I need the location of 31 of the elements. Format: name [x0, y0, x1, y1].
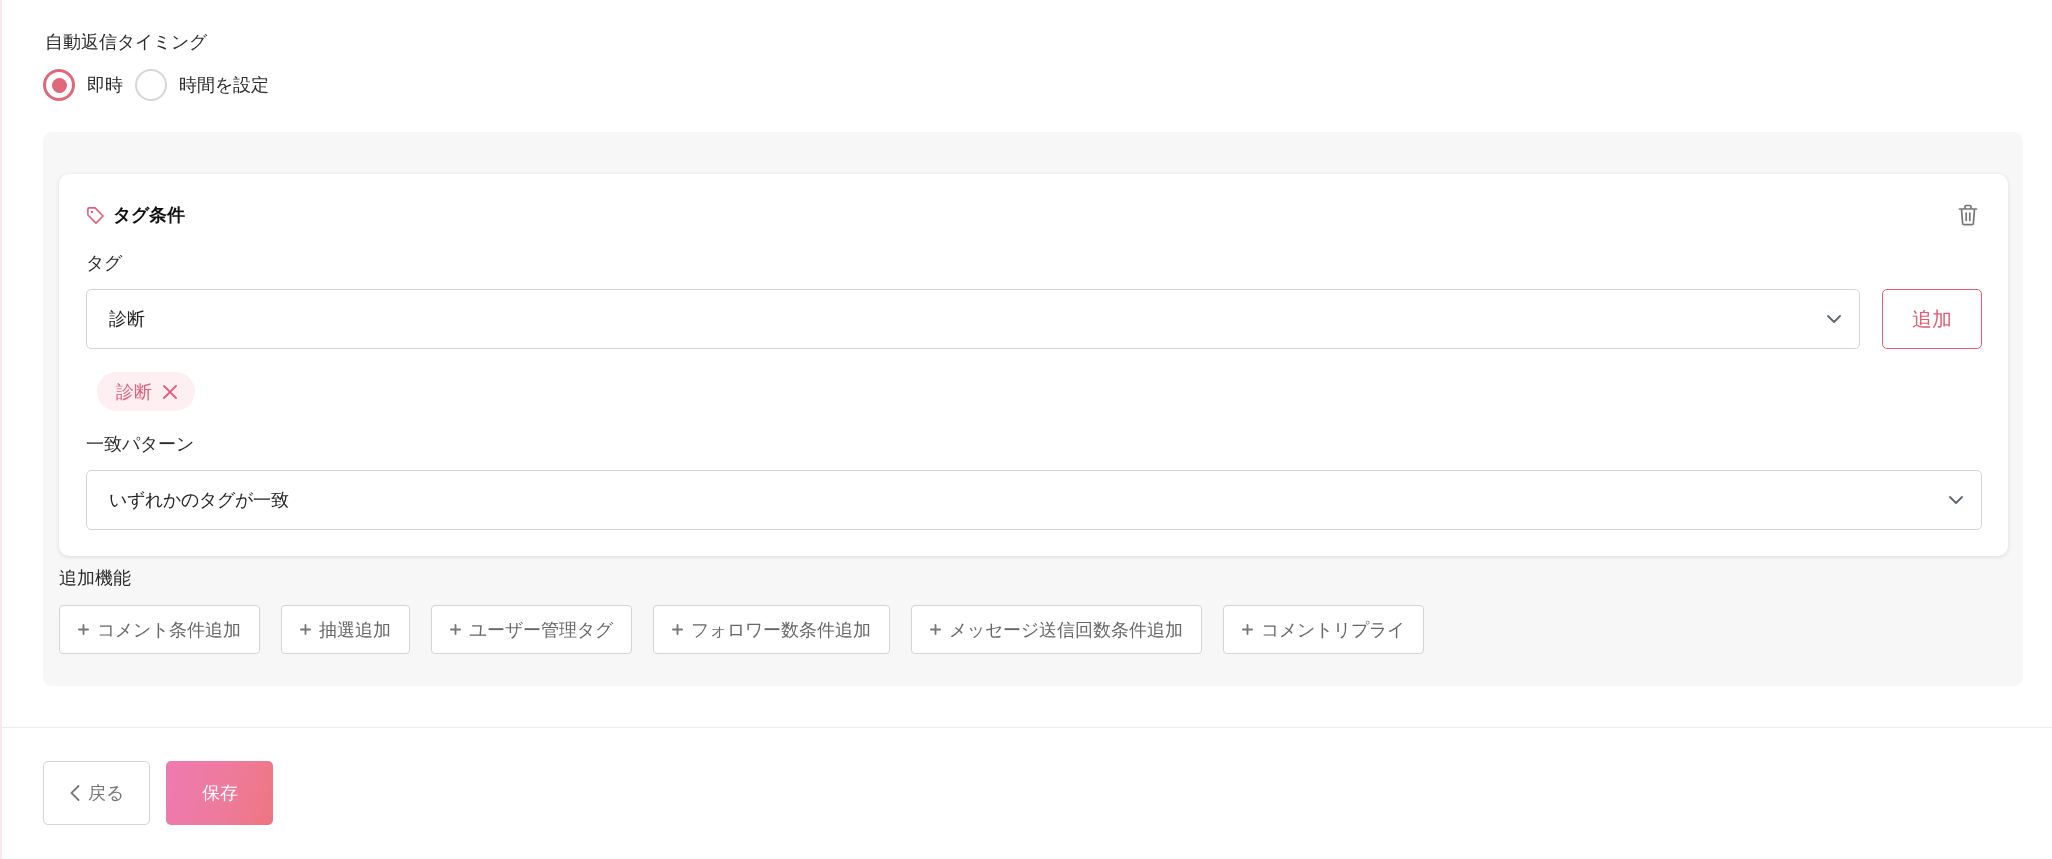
plus-icon: [78, 624, 89, 635]
plus-icon: [450, 624, 461, 635]
radio-label[interactable]: 時間を設定: [179, 73, 269, 97]
chevron-down-icon: [1949, 496, 1963, 504]
card-title: タグ条件: [113, 203, 185, 227]
close-icon[interactable]: [163, 384, 177, 399]
plus-icon: [300, 624, 311, 635]
add-feature-button[interactable]: コメントリプライ: [1223, 605, 1424, 654]
tag-icon: [86, 205, 105, 225]
chevron-down-icon: [1827, 315, 1841, 323]
plus-icon: [672, 624, 683, 635]
radio-label[interactable]: 即時: [87, 73, 123, 97]
field-label: 一致パターン: [86, 432, 194, 456]
radio-button[interactable]: [43, 69, 75, 101]
field-label: タグ: [86, 251, 122, 275]
add-feature-button[interactable]: 抽選追加: [281, 605, 410, 654]
timing-label: 自動返信タイミング: [45, 30, 207, 54]
plus-icon: [930, 624, 941, 635]
add-feature-button[interactable]: メッセージ送信回数条件追加: [911, 605, 1202, 654]
section-label: 追加機能: [59, 566, 131, 590]
add-feature-button[interactable]: コメント条件追加: [59, 605, 260, 654]
add-feature-button[interactable]: ユーザー管理タグ: [431, 605, 632, 654]
match-pattern-select[interactable]: いずれかのタグが一致: [86, 470, 1982, 530]
trash-icon[interactable]: [1958, 204, 1978, 226]
back-button[interactable]: 戻る: [43, 761, 150, 825]
add-feature-button[interactable]: フォロワー数条件追加: [653, 605, 890, 654]
tag-label: 診断: [116, 379, 152, 404]
tag-select[interactable]: 診断: [86, 289, 1860, 349]
plus-icon: [1242, 624, 1253, 635]
chevron-left-icon: [69, 785, 80, 801]
add-button[interactable]: 追加: [1882, 289, 1982, 349]
